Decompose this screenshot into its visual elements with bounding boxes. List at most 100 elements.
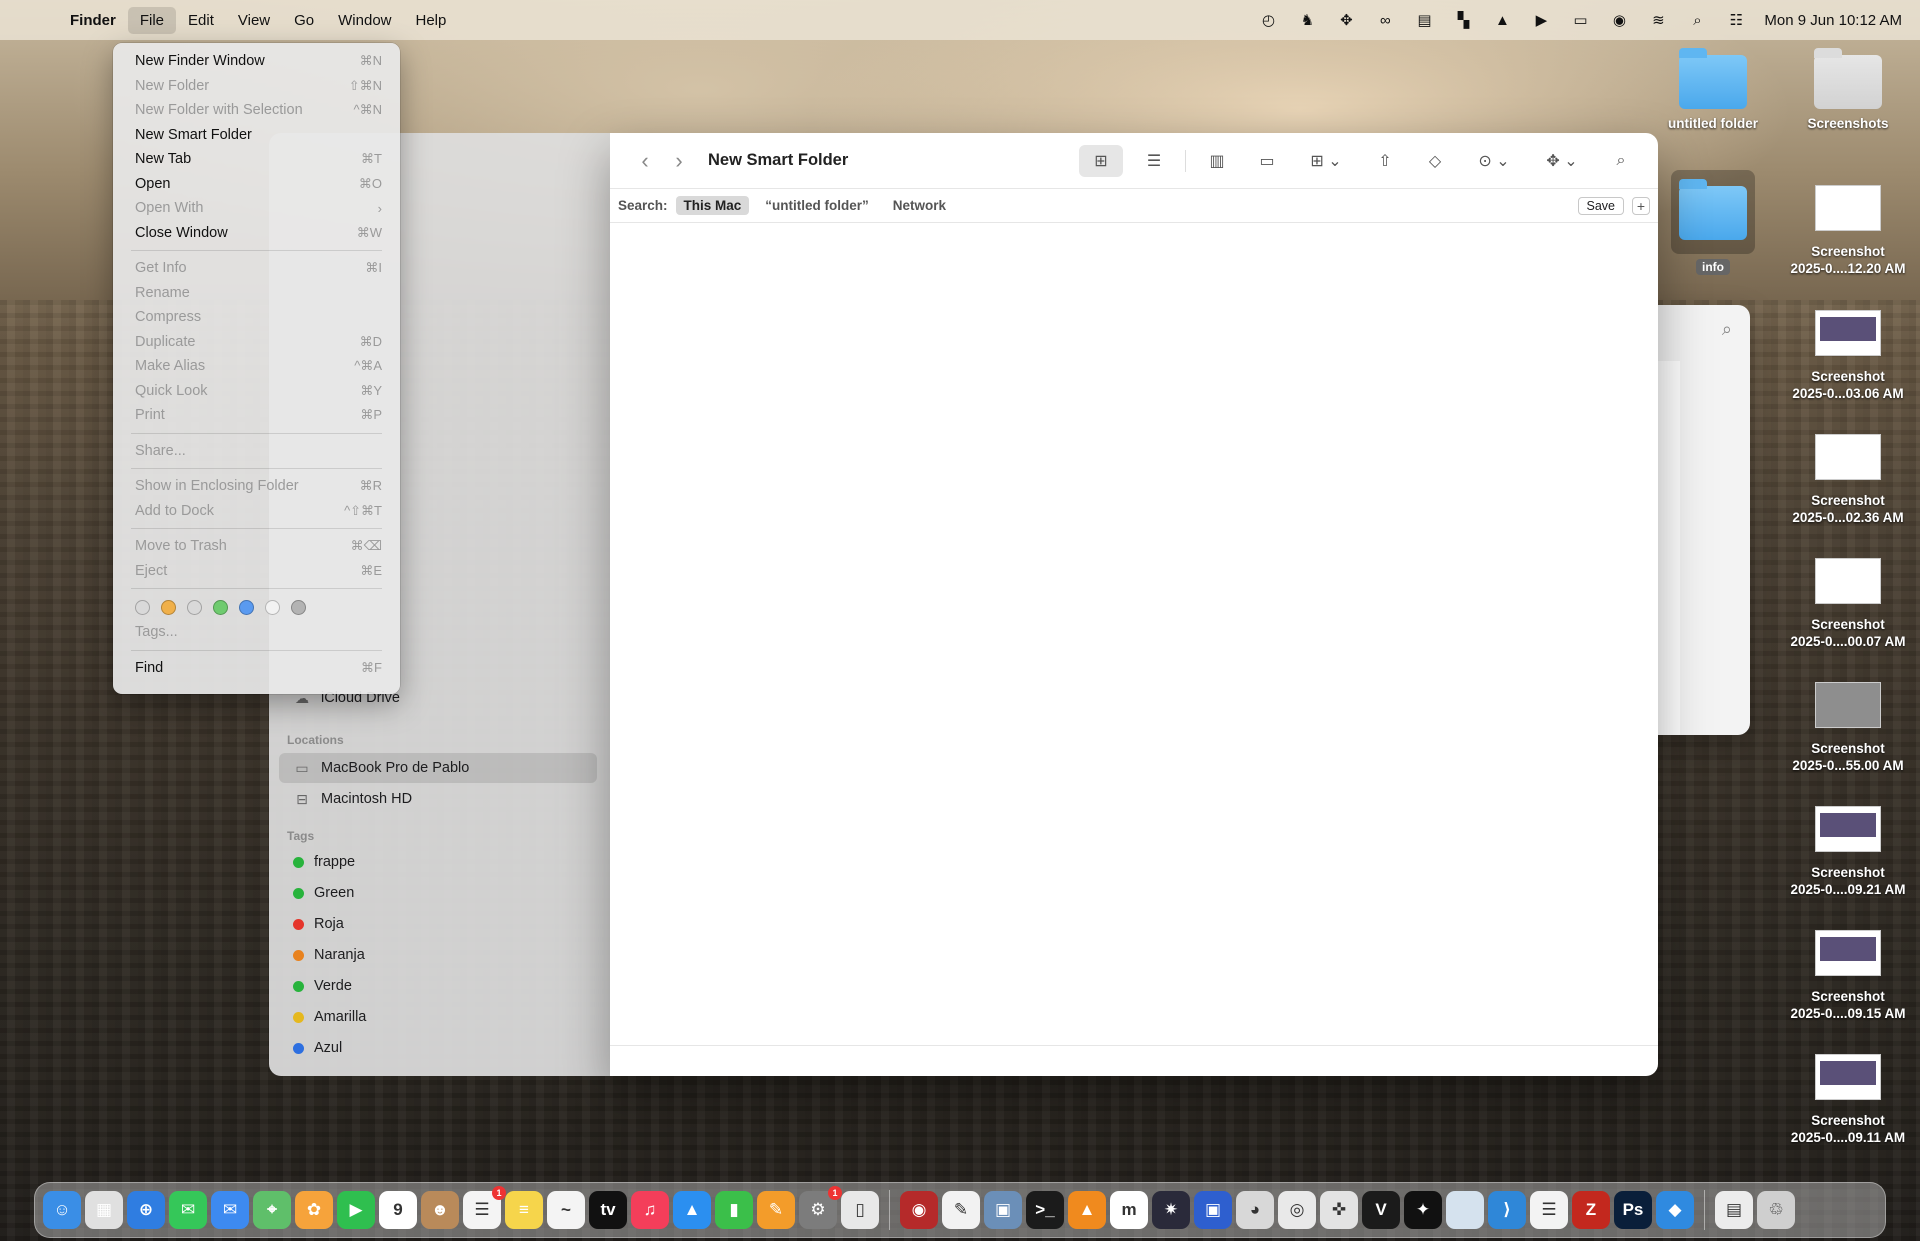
grid-icon[interactable]: ▚: [1452, 11, 1474, 29]
tag-color-dot[interactable]: [265, 599, 280, 615]
list-view-button[interactable]: ☰: [1135, 145, 1173, 177]
menu-item-make-alias[interactable]: Make Alias ^⌘A: [119, 354, 394, 379]
finder-icon[interactable]: ☺: [43, 1191, 81, 1229]
wifi-icon[interactable]: ≋: [1647, 11, 1669, 29]
control-center-icon[interactable]: ☷: [1725, 11, 1747, 29]
desktop-item[interactable]: Screenshot 2025-0....09.15 AM: [1778, 930, 1918, 1022]
vs-app-icon[interactable]: V: [1362, 1191, 1400, 1229]
menu-item-move-to-trash[interactable]: Move to Trash ⌘⌫: [119, 534, 394, 559]
sidebar-item-tag[interactable]: Verde: [279, 971, 597, 1001]
monkey-icon[interactable]: ◕: [1236, 1191, 1274, 1229]
menu-view[interactable]: View: [226, 7, 282, 34]
desktop-item[interactable]: Screenshot 2025-0...03.06 AM: [1778, 310, 1918, 402]
maps-icon[interactable]: ⌖: [253, 1191, 291, 1229]
search-button[interactable]: ⌕: [1602, 145, 1640, 177]
user-icon[interactable]: ◉: [1608, 11, 1630, 29]
blank-app-icon[interactable]: [1446, 1191, 1484, 1229]
vlc-icon[interactable]: ▲: [1491, 11, 1513, 29]
action-menu-button[interactable]: ⊙ ⌄: [1466, 145, 1522, 177]
search-icon[interactable]: ⌕: [1686, 11, 1708, 29]
menu-item-show-in-enclosing-folder[interactable]: Show in Enclosing Folder ⌘R: [119, 474, 394, 499]
menu-file[interactable]: File: [127, 6, 177, 34]
document-icon[interactable]: ▤: [1715, 1191, 1753, 1229]
person-icon[interactable]: ♞: [1296, 11, 1318, 29]
photoshop-icon[interactable]: Ps: [1614, 1191, 1652, 1229]
desktop-item[interactable]: Screenshot 2025-0...55.00 AM: [1778, 682, 1918, 774]
clipboard-icon[interactable]: ▤: [1413, 11, 1435, 29]
menu-edit[interactable]: Edit: [176, 7, 226, 34]
menu-item-new-folder[interactable]: New Folder ⇧⌘N: [119, 74, 394, 99]
sidebar-item-tag[interactable]: frappe: [279, 847, 597, 877]
m-app-icon[interactable]: m: [1110, 1191, 1148, 1229]
tag-color-dot[interactable]: [239, 599, 254, 615]
scope-this-mac[interactable]: This Mac: [675, 196, 750, 215]
menu-item-compress[interactable]: Compress: [119, 305, 394, 330]
tag-color-dot[interactable]: [161, 599, 176, 615]
system-settings-icon[interactable]: ⚙ 1: [799, 1186, 842, 1229]
menu-item-duplicate[interactable]: Duplicate ⌘D: [119, 330, 394, 355]
desktop-item[interactable]: Screenshot 2025-0....00.07 AM: [1778, 558, 1918, 650]
battery-icon[interactable]: ▭: [1569, 11, 1591, 29]
share-button[interactable]: ⇧: [1366, 145, 1404, 177]
terminal-icon[interactable]: >_: [1026, 1191, 1064, 1229]
textedit-icon[interactable]: ✎: [942, 1191, 980, 1229]
photo-booth-icon[interactable]: ◉: [900, 1191, 938, 1229]
menu-help[interactable]: Help: [404, 7, 459, 34]
menu-item-get-info[interactable]: Get Info ⌘I: [119, 256, 394, 281]
mastodon-icon[interactable]: ✦: [1404, 1191, 1442, 1229]
save-button[interactable]: Save: [1577, 196, 1624, 215]
pages-icon[interactable]: ✎: [757, 1191, 795, 1229]
tag-button[interactable]: ◇: [1416, 145, 1454, 177]
menu-item-rename[interactable]: Rename: [119, 281, 394, 306]
backup-icon[interactable]: ◴: [1257, 11, 1279, 29]
sidebar-item-tag[interactable]: Green: [279, 878, 597, 908]
desktop-item[interactable]: untitled folder: [1643, 48, 1783, 132]
photos-icon[interactable]: ✿: [295, 1191, 333, 1229]
menu-item-new-smart-folder[interactable]: New Smart Folder: [119, 123, 394, 148]
menu-go[interactable]: Go: [282, 7, 326, 34]
menu-item-share[interactable]: Share...: [119, 439, 394, 464]
menu-item-find[interactable]: Find ⌘F: [119, 656, 394, 681]
menu-item-open[interactable]: Open ⌘O: [119, 172, 394, 197]
menu-app-finder[interactable]: Finder: [58, 7, 128, 34]
contacts-icon[interactable]: ☻: [421, 1191, 459, 1229]
tag-color-dot[interactable]: [135, 599, 150, 615]
forward-button[interactable]: ›: [662, 148, 696, 174]
desktop-item[interactable]: info: [1643, 170, 1783, 275]
menu-item-quick-look[interactable]: Quick Look ⌘Y: [119, 379, 394, 404]
back-button[interactable]: ‹: [628, 148, 662, 174]
docker-icon[interactable]: ◆: [1656, 1191, 1694, 1229]
keynote-icon[interactable]: ▲: [673, 1191, 711, 1229]
desktop-item[interactable]: Screenshot 2025-0....12.20 AM: [1778, 185, 1918, 277]
calendar-icon[interactable]: 9: [379, 1191, 417, 1229]
reminders-icon[interactable]: ☰ 1: [463, 1186, 506, 1229]
sidebar-item-tag[interactable]: Roja: [279, 909, 597, 939]
dropbox-button[interactable]: ✥ ⌄: [1534, 145, 1590, 177]
tag-color-dot[interactable]: [213, 599, 228, 615]
menu-window[interactable]: Window: [326, 7, 403, 34]
menu-item-print[interactable]: Print ⌘P: [119, 403, 394, 428]
menu-item-close-window[interactable]: Close Window ⌘W: [119, 221, 394, 246]
freeform-icon[interactable]: ~: [547, 1191, 585, 1229]
notes-icon[interactable]: ≡: [505, 1191, 543, 1229]
icon-view-button[interactable]: ⊞: [1079, 144, 1123, 177]
creative-cloud-icon[interactable]: ∞: [1374, 11, 1396, 29]
scope-network[interactable]: Network: [885, 196, 954, 215]
compass-icon[interactable]: ✜: [1320, 1191, 1358, 1229]
preview-icon[interactable]: ▣: [984, 1191, 1022, 1229]
search-icon[interactable]: ⌕: [1722, 319, 1732, 340]
vscode-icon[interactable]: ⟩: [1488, 1191, 1526, 1229]
tag-color-dot[interactable]: [187, 599, 202, 615]
iphone-mirroring-icon[interactable]: ▯: [841, 1191, 879, 1229]
menu-item-new-folder-with-selection[interactable]: New Folder with Selection ^⌘N: [119, 98, 394, 123]
menubar-clock[interactable]: Mon 9 Jun 10:12 AM: [1764, 12, 1902, 29]
vlc-icon[interactable]: ▲: [1068, 1191, 1106, 1229]
sidebar-item-tag[interactable]: Amarilla: [279, 1002, 597, 1032]
menu-item-eject[interactable]: Eject ⌘E: [119, 559, 394, 584]
chrome-icon[interactable]: ◎: [1278, 1191, 1316, 1229]
desktop-item[interactable]: Screenshot 2025-0...02.36 AM: [1778, 434, 1918, 526]
menu-item-add-to-dock[interactable]: Add to Dock ^⇧⌘T: [119, 499, 394, 524]
desktop-item[interactable]: Screenshot 2025-0....09.21 AM: [1778, 806, 1918, 898]
add-criteria-button[interactable]: +: [1632, 196, 1650, 215]
play-icon[interactable]: ▶: [1530, 11, 1552, 29]
